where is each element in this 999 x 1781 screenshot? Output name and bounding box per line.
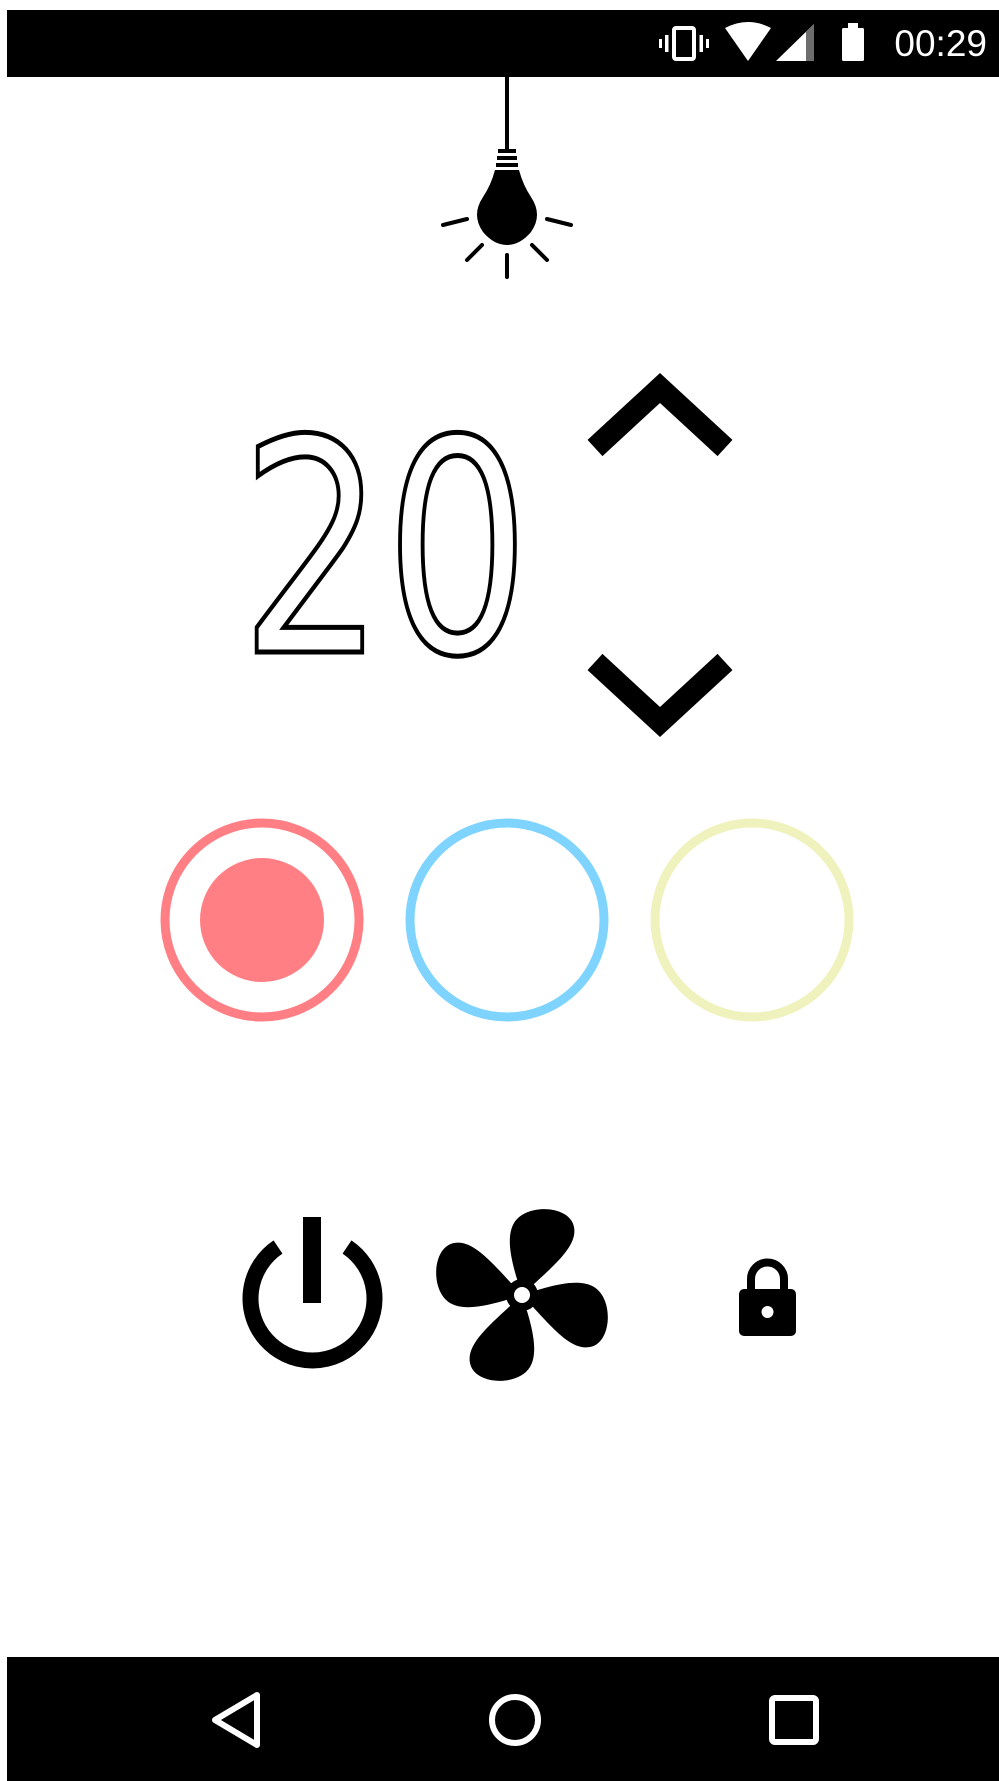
lock-icon	[739, 1258, 796, 1336]
recents-icon	[769, 1695, 819, 1745]
power-button[interactable]	[240, 1215, 385, 1370]
temperature-decrease-button[interactable]	[585, 640, 735, 740]
nav-recents-button[interactable]	[759, 1685, 829, 1755]
chevron-down-icon	[587, 653, 733, 737]
chevron-up-icon	[587, 373, 733, 457]
lock-button[interactable]	[735, 1255, 800, 1340]
wifi-icon	[725, 22, 771, 61]
light-bulb-icon	[441, 77, 573, 279]
back-icon	[212, 1692, 260, 1748]
thermostat-screen: 00:29 20	[0, 0, 999, 1781]
temperature-increase-button[interactable]	[585, 370, 735, 470]
mode-heat-button[interactable]	[157, 815, 367, 1025]
home-icon	[489, 1694, 541, 1746]
selected-indicator	[200, 858, 324, 982]
vibrate-icon	[659, 26, 709, 61]
temperature-value: 20	[240, 400, 530, 680]
mode-dry-button[interactable]	[647, 815, 857, 1025]
navigation-bar	[7, 1657, 999, 1781]
mode-cool-button[interactable]	[402, 815, 612, 1025]
fan-button[interactable]	[432, 1205, 612, 1385]
status-bar: 00:29	[7, 10, 999, 77]
signal-icon	[776, 24, 814, 61]
status-time: 00:29	[894, 23, 987, 64]
fan-icon	[436, 1209, 608, 1381]
power-icon	[242, 1217, 383, 1369]
nav-home-button[interactable]	[480, 1685, 550, 1755]
temperature-display: 20	[238, 400, 533, 680]
battery-icon	[842, 23, 864, 61]
nav-back-button[interactable]	[202, 1685, 272, 1755]
